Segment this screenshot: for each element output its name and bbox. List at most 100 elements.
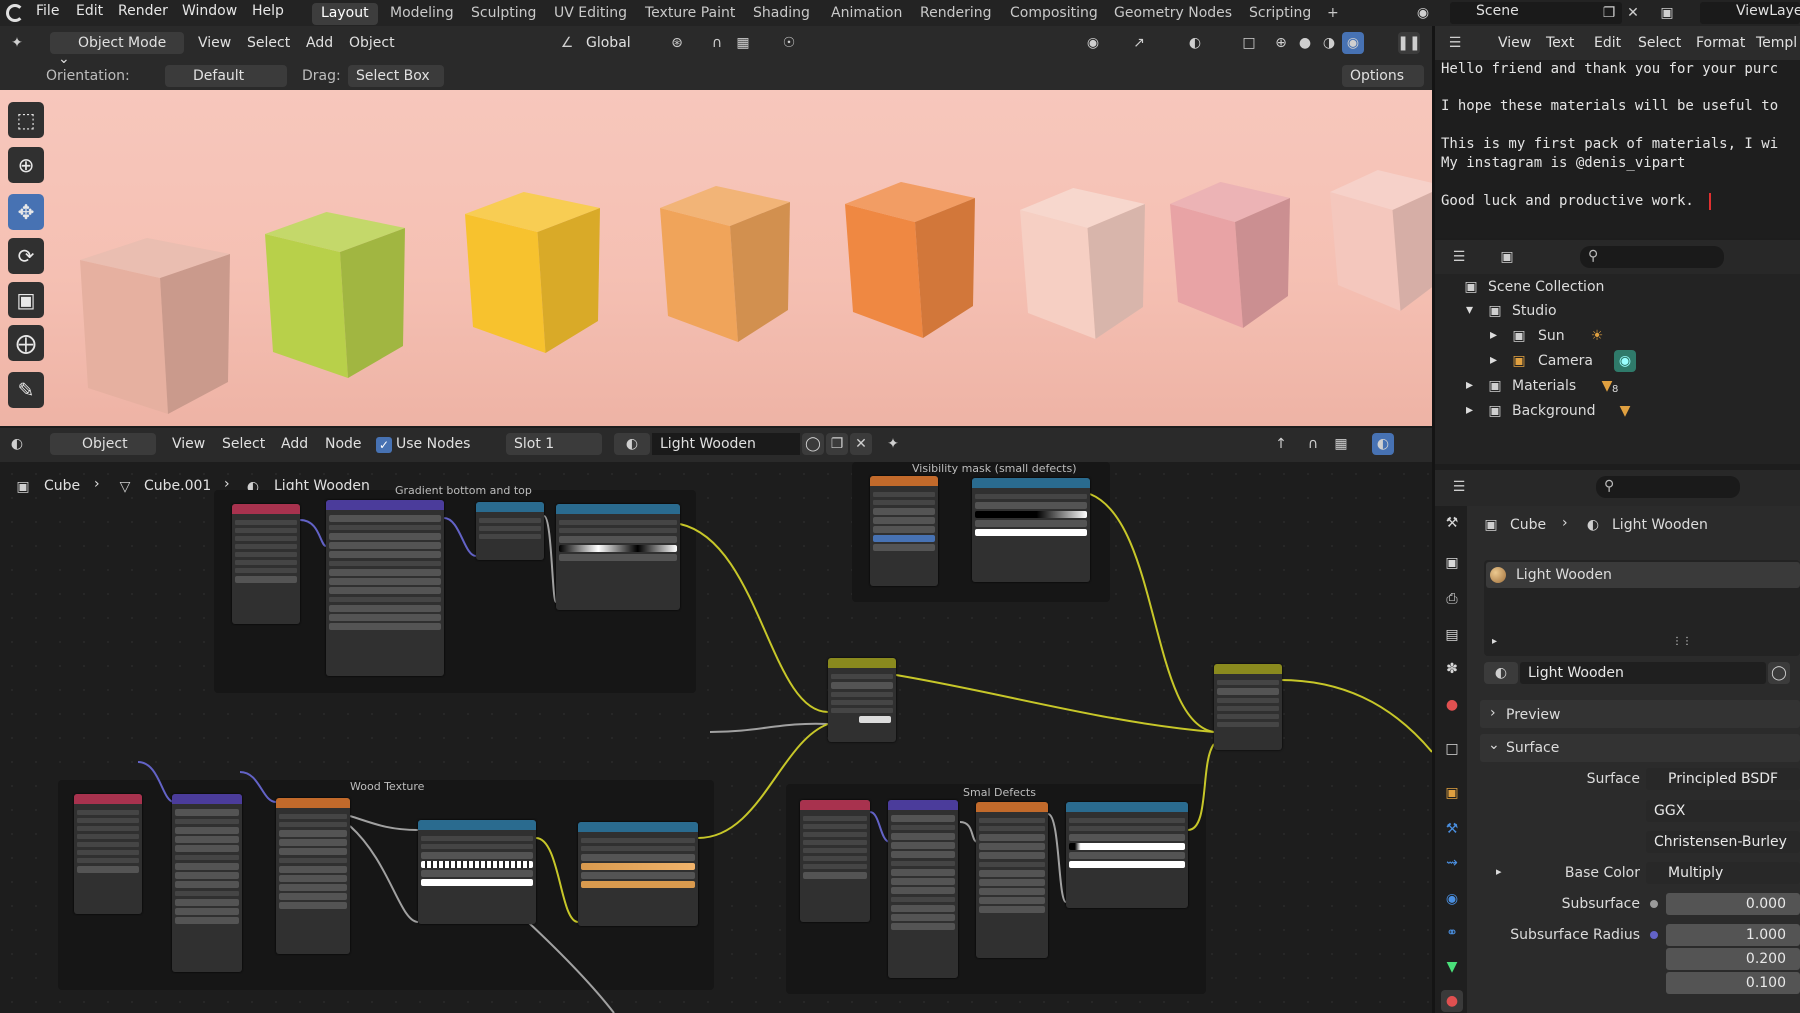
tab-layout[interactable]: Layout bbox=[312, 3, 378, 25]
node-multiply[interactable] bbox=[828, 658, 896, 742]
blender-logo-icon[interactable] bbox=[6, 4, 24, 22]
overlay-icon[interactable]: ◐ bbox=[1184, 32, 1206, 54]
pause-render-icon[interactable]: ❚❚ bbox=[1397, 32, 1421, 54]
solid-shading-icon[interactable]: ● bbox=[1294, 32, 1316, 54]
particles-tab-icon[interactable]: ⇝ bbox=[1441, 852, 1463, 874]
menu-help[interactable]: Help bbox=[252, 3, 284, 19]
pin-icon[interactable]: ✦ bbox=[882, 433, 904, 455]
collapse-arrow-icon[interactable]: ▸ bbox=[1490, 327, 1497, 343]
node-colorramp[interactable] bbox=[578, 822, 698, 926]
text-menu-edit[interactable]: Edit bbox=[1594, 35, 1621, 51]
transform-global-dropdown[interactable]: Global bbox=[586, 35, 631, 51]
text-menu-text[interactable]: Text bbox=[1546, 35, 1574, 51]
outliner-camera[interactable]: Camera bbox=[1538, 353, 1593, 369]
view-layer-icon[interactable]: ▣ bbox=[1656, 2, 1678, 24]
collection-tab-icon[interactable]: □ bbox=[1441, 738, 1463, 760]
node-texture-coordinate[interactable] bbox=[800, 800, 870, 922]
output-tab-icon[interactable]: ⎙ bbox=[1441, 588, 1463, 610]
cube-front-face[interactable] bbox=[265, 234, 348, 378]
tab-rendering[interactable]: Rendering bbox=[911, 3, 1001, 25]
socket-dot-icon[interactable] bbox=[1650, 931, 1658, 939]
viewport-menu-view[interactable]: View bbox=[198, 35, 231, 51]
rotate-tool[interactable]: ⟳ bbox=[8, 238, 44, 274]
scene-tab-icon[interactable]: ✽ bbox=[1441, 658, 1463, 680]
object-mode-dropdown[interactable]: Object Mode ⌄ bbox=[50, 32, 184, 67]
material-browse-icon[interactable]: ◐ bbox=[614, 433, 650, 455]
text-editor-type-icon[interactable]: ☰ bbox=[1444, 32, 1466, 54]
data-tab-icon[interactable]: ▼ bbox=[1441, 956, 1463, 978]
tool-tab-icon[interactable]: ⚒ bbox=[1441, 512, 1463, 534]
prop-value-field[interactable]: 1.000 bbox=[1666, 924, 1800, 946]
viewport-menu-add[interactable]: Add bbox=[306, 35, 333, 51]
menu-file[interactable]: File bbox=[36, 3, 59, 19]
viewport-menu-object[interactable]: Object bbox=[349, 35, 395, 51]
scene-icon[interactable]: ◉ bbox=[1412, 2, 1434, 24]
node-colorramp[interactable] bbox=[556, 504, 680, 610]
prop-value-field[interactable]: 0.100 bbox=[1666, 972, 1800, 994]
parent-node-tree-icon[interactable]: ↑ bbox=[1270, 433, 1292, 455]
visibility-icon[interactable]: ◉ bbox=[1082, 32, 1104, 54]
modifier-tab-icon[interactable]: ⚒ bbox=[1441, 818, 1463, 840]
text-menu-view[interactable]: View bbox=[1498, 35, 1531, 51]
outliner-studio[interactable]: Studio bbox=[1512, 303, 1557, 319]
node-mapping[interactable] bbox=[172, 794, 242, 972]
outliner-materials[interactable]: Materials bbox=[1512, 378, 1576, 394]
node-wave-texture[interactable] bbox=[976, 802, 1048, 958]
prop-dropdown[interactable]: Principled BSDF bbox=[1646, 768, 1800, 790]
unlink-material-icon[interactable]: ✕ bbox=[850, 433, 872, 455]
outliner-type-icon[interactable]: ☰ bbox=[1448, 246, 1470, 268]
outliner-background[interactable]: Background bbox=[1512, 403, 1596, 419]
node-overlay-icon[interactable]: ◐ bbox=[1372, 433, 1394, 455]
wireframe-shading-icon[interactable]: ⊕ bbox=[1270, 32, 1292, 54]
viewport-menu-select[interactable]: Select bbox=[247, 35, 290, 51]
new-scene-icon[interactable]: ❐ bbox=[1598, 2, 1620, 24]
node-wave-texture[interactable] bbox=[276, 798, 350, 954]
render-tab-icon[interactable]: ▣ bbox=[1441, 552, 1463, 574]
fake-user-icon[interactable]: ◯ bbox=[1768, 662, 1790, 684]
slot-dropdown[interactable]: Slot 1 bbox=[506, 433, 602, 455]
material-name-field[interactable]: Light Wooden bbox=[652, 433, 800, 455]
tab-compositing[interactable]: Compositing bbox=[1001, 3, 1107, 25]
node-colorramp[interactable] bbox=[418, 820, 536, 924]
collapse-arrow-icon[interactable]: ▸ bbox=[1490, 352, 1497, 368]
cube-front-face[interactable] bbox=[845, 204, 923, 338]
node-texture-coordinate[interactable] bbox=[74, 794, 142, 914]
node-texture-coordinate[interactable] bbox=[232, 504, 300, 624]
select-box-tool[interactable]: ⬚ bbox=[8, 102, 44, 138]
object-tab-icon[interactable]: ▣ bbox=[1441, 782, 1463, 804]
view-layer-tab-icon[interactable]: ▤ bbox=[1441, 624, 1463, 646]
tab-modeling[interactable]: Modeling bbox=[381, 3, 463, 25]
gizmo-icon[interactable]: ↗ bbox=[1128, 32, 1150, 54]
material-name-field[interactable]: Light Wooden bbox=[1520, 662, 1766, 684]
text-menu-templates[interactable]: Templ bbox=[1756, 35, 1797, 51]
text-menu-select[interactable]: Select bbox=[1638, 35, 1681, 51]
tab-sculpting[interactable]: Sculpting bbox=[462, 3, 545, 25]
tab-uv-editing[interactable]: UV Editing bbox=[545, 3, 636, 25]
cube-front-face[interactable] bbox=[465, 214, 546, 353]
properties-type-icon[interactable]: ☰ bbox=[1448, 476, 1470, 498]
world-tab-icon[interactable]: ● bbox=[1441, 694, 1463, 716]
collapse-arrow-icon[interactable]: ▸ bbox=[1466, 377, 1473, 393]
delete-scene-icon[interactable]: ✕ bbox=[1622, 2, 1644, 24]
display-mode-icon[interactable]: ▣ bbox=[1496, 246, 1518, 268]
prop-dropdown[interactable]: Multiply bbox=[1646, 862, 1800, 884]
slot-resize-handle-icon[interactable]: ⋮⋮ bbox=[1672, 636, 1692, 647]
duplicate-material-icon[interactable]: ❐ bbox=[826, 433, 848, 455]
socket-dot-icon[interactable] bbox=[1650, 900, 1658, 908]
cursor-tool[interactable]: ⊕ bbox=[8, 147, 44, 183]
node-menu-view[interactable]: View bbox=[172, 436, 205, 452]
editor-type-icon[interactable]: ✦ bbox=[6, 32, 28, 54]
node-snap-target-icon[interactable]: ▦ bbox=[1330, 433, 1352, 455]
snap-icon[interactable]: ∩ bbox=[706, 32, 728, 54]
physics-tab-icon[interactable]: ◉ bbox=[1441, 888, 1463, 910]
prop-value-field[interactable]: 0.200 bbox=[1666, 948, 1800, 970]
transform-tool[interactable]: ⨁ bbox=[8, 325, 44, 361]
shader-type-dropdown[interactable]: Object bbox=[50, 433, 156, 455]
constraints-tab-icon[interactable]: ⚭ bbox=[1441, 922, 1463, 944]
drag-dropdown[interactable]: Select Box bbox=[348, 65, 444, 87]
cube-front-face[interactable] bbox=[1020, 210, 1096, 339]
properties-search-input[interactable]: ⚲ bbox=[1596, 476, 1740, 498]
move-tool[interactable]: ✥ bbox=[8, 194, 44, 230]
cube-front-face[interactable] bbox=[1330, 192, 1401, 311]
node-multiply[interactable] bbox=[1214, 664, 1282, 750]
